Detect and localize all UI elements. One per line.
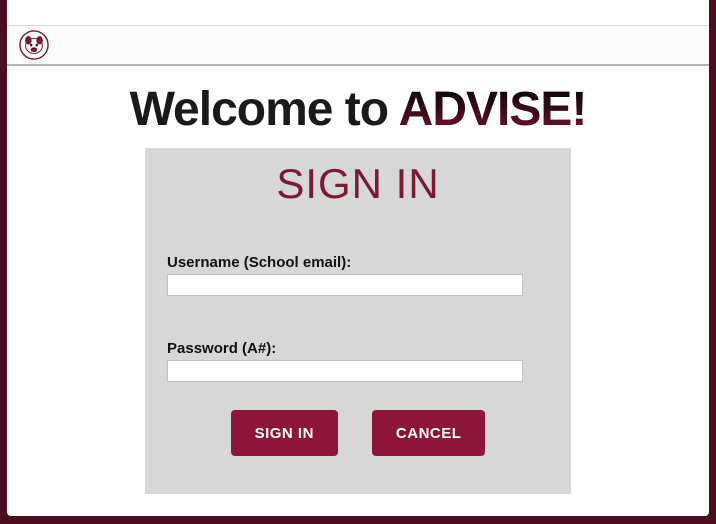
panel-title: SIGN IN <box>167 160 549 208</box>
titlebar-spacer <box>7 0 709 26</box>
password-input[interactable] <box>167 360 523 382</box>
sign-in-button[interactable]: SIGN IN <box>231 410 338 456</box>
username-input[interactable] <box>167 274 523 296</box>
cancel-button[interactable]: CANCEL <box>372 410 486 456</box>
sign-in-panel: SIGN IN Username (School email): Passwor… <box>145 148 571 494</box>
username-label: Username (School email): <box>167 254 549 271</box>
welcome-brand: ADVISE! <box>399 83 587 136</box>
app-window: Welcome to ADVISE! SIGN IN Username (Sch… <box>7 0 709 516</box>
button-row: SIGN IN CANCEL <box>167 410 549 456</box>
main-content: Welcome to ADVISE! SIGN IN Username (Sch… <box>7 66 709 494</box>
bulldog-logo-icon <box>19 30 49 60</box>
header-bar <box>7 26 709 66</box>
welcome-heading: Welcome to ADVISE! <box>130 86 587 134</box>
password-label: Password (A#): <box>167 340 549 357</box>
welcome-prefix: Welcome to <box>130 83 399 136</box>
